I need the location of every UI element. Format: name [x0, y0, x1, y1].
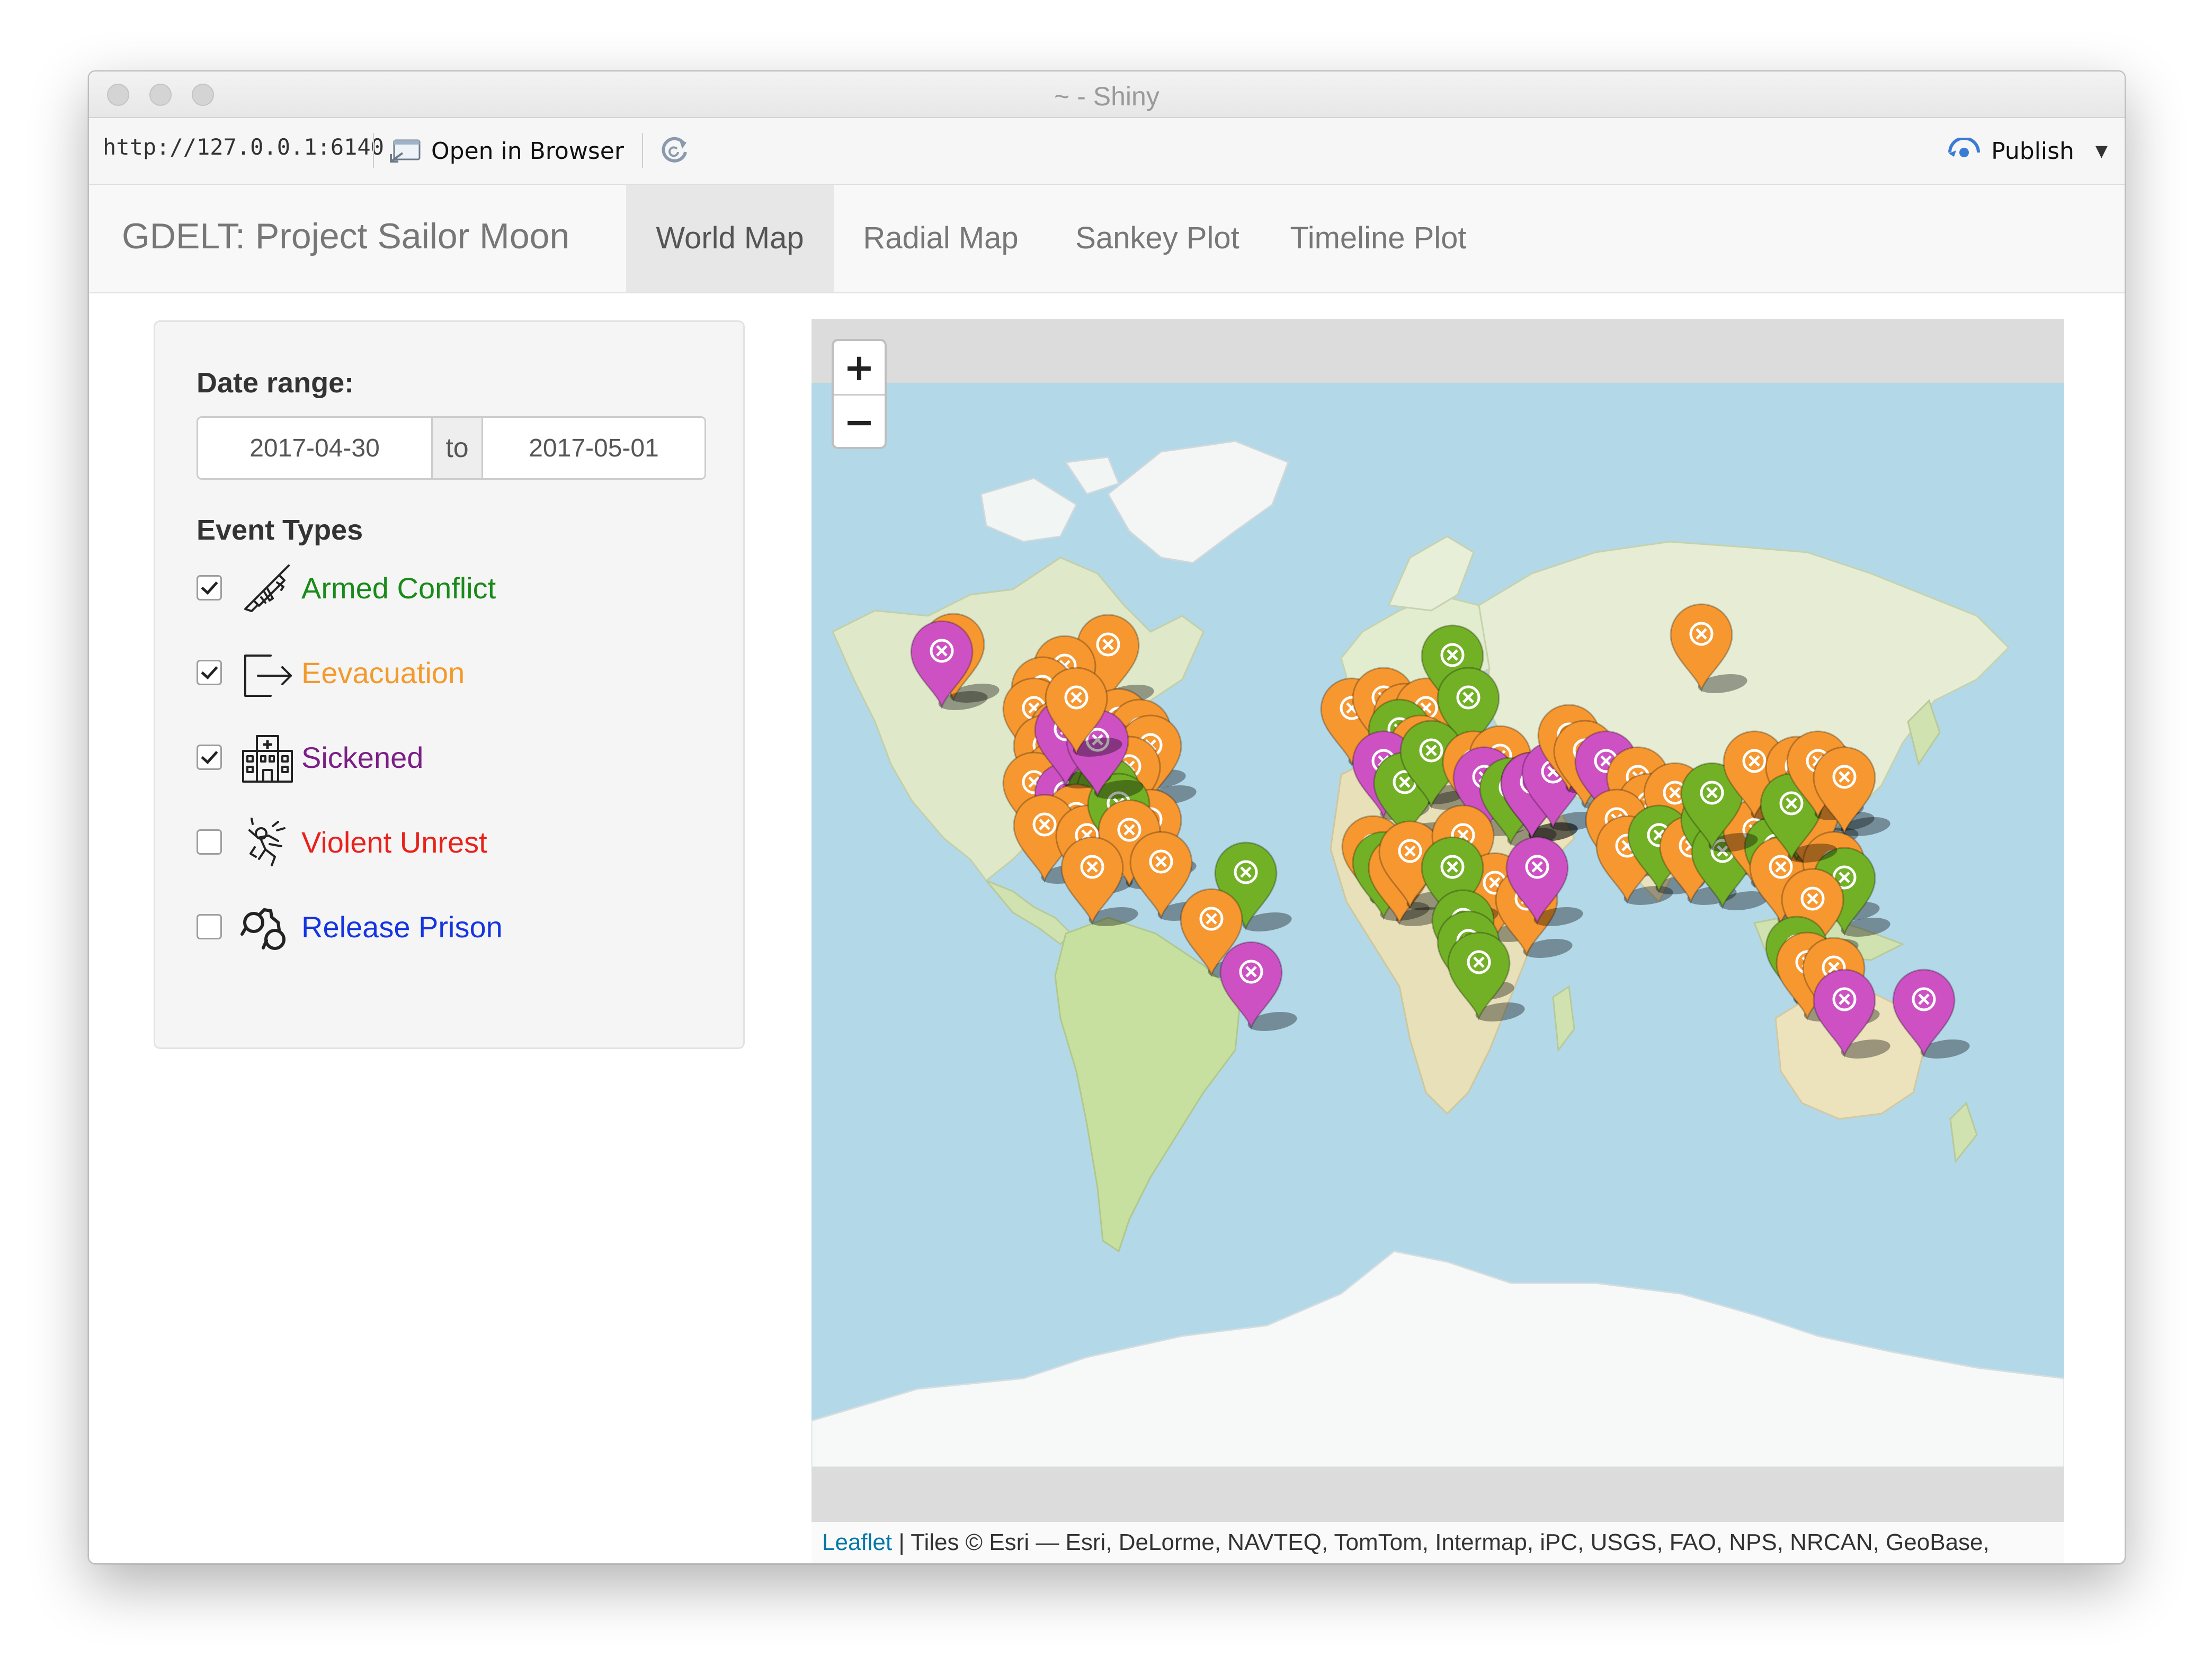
caret-down-icon[interactable]: ▼ — [2095, 142, 2108, 160]
event-option-evacuation[interactable]: Eevacuation — [197, 641, 465, 704]
date-range-label: Date range: — [197, 367, 354, 399]
attribution-text: | Tiles © Esri — Esri, DeLorme, NAVTEQ, … — [892, 1529, 1990, 1555]
date-range-input: 2017-04-30 to 2017-05-01 — [197, 416, 706, 480]
zoom-out-button[interactable]: − — [834, 396, 885, 449]
map-attribution: Leaflet | Tiles © Esri — Esri, DeLorme, … — [811, 1522, 2064, 1563]
date-separator: to — [431, 418, 483, 478]
tab-radial-map[interactable]: Radial Map — [834, 185, 1048, 292]
sickened-label: Sickened — [301, 740, 424, 774]
viewer-toolbar: http://127.0.0.1:6140 Open in Browser Pu… — [89, 118, 2125, 185]
window-title: ~ - Shiny — [1054, 82, 1159, 111]
tab-timeline-plot[interactable]: Timeline Plot — [1267, 185, 1489, 292]
evacuation-label: Eevacuation — [301, 656, 465, 689]
release-prison-checkbox[interactable] — [197, 914, 222, 939]
world-basemap[interactable] — [811, 383, 2064, 1467]
event-types-label: Event Types — [197, 514, 363, 546]
title-bar: ~ - Shiny — [89, 71, 2125, 118]
tab-world-map[interactable]: World Map — [626, 185, 834, 292]
publish-label: Publish — [1991, 137, 2074, 165]
toolbar-divider — [373, 133, 374, 168]
handcuffs-icon — [240, 908, 286, 950]
exit-icon — [244, 655, 292, 697]
zoom-in-button[interactable]: + — [834, 341, 885, 396]
armed-conflict-checkbox[interactable] — [197, 575, 222, 601]
evacuation-checkbox[interactable] — [197, 660, 222, 685]
filter-panel: Date range: 2017-04-30 to 2017-05-01 Eve… — [154, 320, 745, 1049]
navbar: GDELT: Project Sailor Moon World Map Rad… — [89, 185, 2125, 293]
leaflet-link[interactable]: Leaflet — [822, 1529, 892, 1555]
toolbar-divider — [642, 133, 643, 168]
open-in-browser-label: Open in Browser — [431, 137, 624, 165]
date-start-input[interactable]: 2017-04-30 — [198, 418, 431, 478]
hospital-icon — [242, 735, 293, 783]
armed-conflict-label: Armed Conflict — [301, 571, 496, 605]
publish-icon — [1948, 138, 1981, 157]
event-option-sickened[interactable]: Sickened — [197, 725, 423, 789]
url-label: http://127.0.0.1:6140 — [103, 134, 385, 160]
date-end-input[interactable]: 2017-05-01 — [483, 418, 704, 478]
event-option-release-prison[interactable]: Release Prison — [197, 895, 503, 958]
open-in-browser-button[interactable]: Open in Browser — [389, 130, 624, 172]
zoom-control: + − — [832, 339, 887, 449]
event-option-armed-conflict[interactable]: Armed Conflict — [197, 556, 496, 620]
violent-unrest-checkbox[interactable] — [197, 829, 222, 855]
tab-sankey-plot[interactable]: Sankey Plot — [1048, 185, 1267, 292]
app-window: ~ - Shiny http://127.0.0.1:6140 Open in … — [88, 70, 2126, 1564]
riot-icon — [248, 818, 286, 866]
release-prison-label: Release Prison — [301, 910, 503, 944]
world-map[interactable]: + − Leaflet | Tiles © Esri — Esri, DeLor… — [811, 319, 2064, 1563]
rifle-icon — [244, 564, 290, 612]
event-option-violent-unrest[interactable]: Violent Unrest — [197, 810, 487, 874]
browser-icon — [390, 139, 421, 163]
publish-button[interactable]: Publish ▼ — [1947, 130, 2108, 172]
violent-unrest-label: Violent Unrest — [301, 825, 487, 859]
app-brand: GDELT: Project Sailor Moon — [122, 216, 570, 256]
sickened-checkbox[interactable] — [197, 745, 222, 770]
refresh-icon[interactable] — [658, 133, 691, 166]
